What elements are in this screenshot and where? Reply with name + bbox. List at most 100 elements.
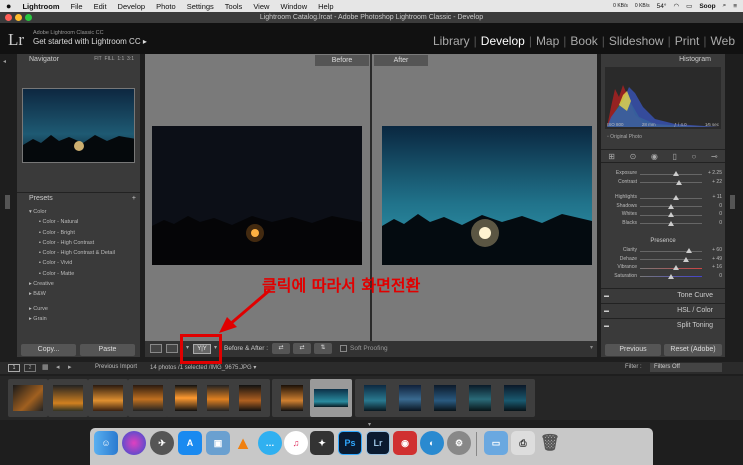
histogram[interactable]: ISO 800 28 mm ƒ / 4.0 1⁄6 sec xyxy=(605,67,721,129)
clarity-slider[interactable]: Clarity + 60 xyxy=(601,247,725,256)
reset-button[interactable]: Reset (Adobe) xyxy=(664,344,722,356)
close-window-button[interactable] xyxy=(5,14,12,21)
panel-switch-icon[interactable]: ▬ xyxy=(604,319,609,333)
preset-item[interactable]: ▪ Color - Bright xyxy=(29,228,137,238)
dehaze-slider[interactable]: Dehaze + 49 xyxy=(601,256,725,265)
left-panel-toggle[interactable] xyxy=(5,195,10,209)
minimize-window-button[interactable] xyxy=(15,14,22,21)
back-arrow-icon[interactable]: ◂ xyxy=(56,363,60,371)
menu-app-name[interactable]: Lightroom xyxy=(22,2,59,11)
panel-switch-icon[interactable]: ▬ xyxy=(604,289,609,303)
loupe-view-icon[interactable] xyxy=(150,344,162,353)
preset-item[interactable]: ▪ Color - Vivid xyxy=(29,258,137,268)
after-image[interactable] xyxy=(382,126,592,265)
finder-icon[interactable]: ☺ xyxy=(94,431,118,455)
launchpad-icon[interactable]: ✈ xyxy=(150,431,174,455)
navigator-preview[interactable] xyxy=(22,88,135,163)
menu-window[interactable]: Window xyxy=(280,2,307,11)
itunes-icon[interactable]: ♫ xyxy=(284,431,308,455)
menu-photo[interactable]: Photo xyxy=(156,2,176,11)
lightroom-icon[interactable]: Lr xyxy=(366,431,390,455)
zoom-fill[interactable]: FILL xyxy=(105,56,115,62)
printer-icon[interactable]: ⎙ xyxy=(511,431,535,455)
navigator-zoom-options[interactable]: FIT FILL 1:1 3:1 xyxy=(94,54,134,65)
menu-file[interactable]: File xyxy=(71,2,83,11)
downloads-folder-icon[interactable]: ▭ xyxy=(484,431,508,455)
preset-group-grain[interactable]: ▸ Grain xyxy=(29,314,137,324)
search-icon[interactable]: ⌕ xyxy=(723,2,727,10)
menu-view[interactable]: View xyxy=(253,2,269,11)
contrast-slider[interactable]: Contrast + 22 xyxy=(601,179,725,188)
system-preferences-icon[interactable]: ⚙ xyxy=(447,431,471,455)
menu-settings[interactable]: Settings xyxy=(187,2,214,11)
menu-tools[interactable]: Tools xyxy=(225,2,243,11)
previous-button[interactable]: Previous xyxy=(605,344,661,356)
messages-icon[interactable]: … xyxy=(258,431,282,455)
blacks-slider[interactable]: Blacks 0 xyxy=(601,220,725,229)
filmstrip-thumb[interactable] xyxy=(128,379,168,417)
battery-icon[interactable]: ▭ xyxy=(686,2,692,10)
zoom-1to1[interactable]: 1:1 xyxy=(117,56,124,62)
adjustment-brush-icon[interactable]: ⊸ xyxy=(711,152,718,161)
zoom-window-button[interactable] xyxy=(25,14,32,21)
filter-dropdown[interactable]: Filters Off xyxy=(650,363,722,372)
screen-saver-icon[interactable]: ◐ xyxy=(420,431,444,455)
secondary-window-button[interactable]: 2 xyxy=(24,364,36,372)
tone-curve-section[interactable]: ▬ Tone Curve xyxy=(601,288,725,302)
red-eye-icon[interactable]: ◉ xyxy=(651,152,658,161)
siri-icon[interactable] xyxy=(122,431,146,455)
highlights-slider[interactable]: Highlights + 11 xyxy=(601,194,725,203)
preset-item[interactable]: ▪ Color - High Contrast & Detail xyxy=(29,248,137,258)
zoom-3to1[interactable]: 3:1 xyxy=(127,56,134,62)
filmstrip-thumb-selected[interactable] xyxy=(310,379,352,417)
main-window-button[interactable]: 1 xyxy=(8,364,20,372)
final-cut-icon[interactable]: ✦ xyxy=(310,431,334,455)
module-map[interactable]: Map xyxy=(532,34,563,48)
grid-icon[interactable]: ▦ xyxy=(42,363,49,371)
control-center-icon[interactable]: ≡ xyxy=(733,3,737,10)
apple-menu-icon[interactable]: ● xyxy=(6,1,11,11)
module-book[interactable]: Book xyxy=(566,34,601,48)
module-web[interactable]: Web xyxy=(707,34,739,48)
filmstrip-thumb[interactable] xyxy=(495,379,535,417)
forward-arrow-icon[interactable]: ▸ xyxy=(68,363,72,371)
saturation-slider[interactable]: Saturation 0 xyxy=(601,273,725,282)
wifi-icon[interactable]: ◠ xyxy=(673,2,679,10)
filmstrip-source[interactable]: Previous Import xyxy=(95,364,137,370)
spot-removal-icon[interactable]: ⊙ xyxy=(630,152,637,161)
vlc-icon[interactable]: ▲ xyxy=(231,431,255,455)
menu-help[interactable]: Help xyxy=(318,2,333,11)
panel-switch-icon[interactable]: ▬ xyxy=(604,304,609,318)
preset-group-bw[interactable]: ▸ B&W xyxy=(29,289,137,299)
grid-view-icon[interactable] xyxy=(166,344,178,353)
copy-settings-button[interactable]: Copy... xyxy=(21,344,76,356)
preset-item[interactable]: ▪ Color - Matte xyxy=(29,269,137,279)
menu-edit[interactable]: Edit xyxy=(94,2,107,11)
exposure-slider[interactable]: Exposure + 2.25 xyxy=(601,170,725,179)
photoshop-icon[interactable]: Ps xyxy=(338,431,362,455)
copy-after-to-before-button[interactable]: ⇄ xyxy=(293,343,311,354)
module-print[interactable]: Print xyxy=(671,34,704,48)
presets-header[interactable]: Presets + xyxy=(17,192,140,203)
photo-booth-icon[interactable]: ◉ xyxy=(393,431,417,455)
zoom-fit[interactable]: FIT xyxy=(94,56,102,62)
preset-group-creative[interactable]: ▸ Creative xyxy=(29,279,137,289)
filmstrip-thumb[interactable] xyxy=(88,379,128,417)
app-store-icon[interactable]: A xyxy=(178,431,202,455)
menu-develop[interactable]: Develop xyxy=(118,2,146,11)
module-library[interactable]: Library xyxy=(429,34,474,48)
filmstrip-thumb[interactable] xyxy=(272,379,312,417)
histogram-header[interactable]: Histogram xyxy=(601,54,725,65)
paste-settings-button[interactable]: Paste xyxy=(80,344,135,356)
split-toning-section[interactable]: ▬ Split Toning xyxy=(601,318,725,332)
filmstrip-thumb[interactable] xyxy=(230,379,270,417)
before-image[interactable] xyxy=(152,126,362,265)
hsl-color-section[interactable]: ▬ HSL / Color xyxy=(601,303,725,317)
filmstrip-thumb[interactable] xyxy=(48,379,88,417)
identity-line-2[interactable]: Get started with Lightroom CC ▸ xyxy=(33,37,147,46)
toolbar-menu-icon[interactable]: ▾ xyxy=(590,344,593,351)
radial-filter-icon[interactable]: ○ xyxy=(692,152,697,161)
copy-before-to-after-button[interactable]: ⇄ xyxy=(272,343,290,354)
graduated-filter-icon[interactable]: ▯ xyxy=(673,152,677,161)
filmstrip-thumb[interactable] xyxy=(355,379,395,417)
